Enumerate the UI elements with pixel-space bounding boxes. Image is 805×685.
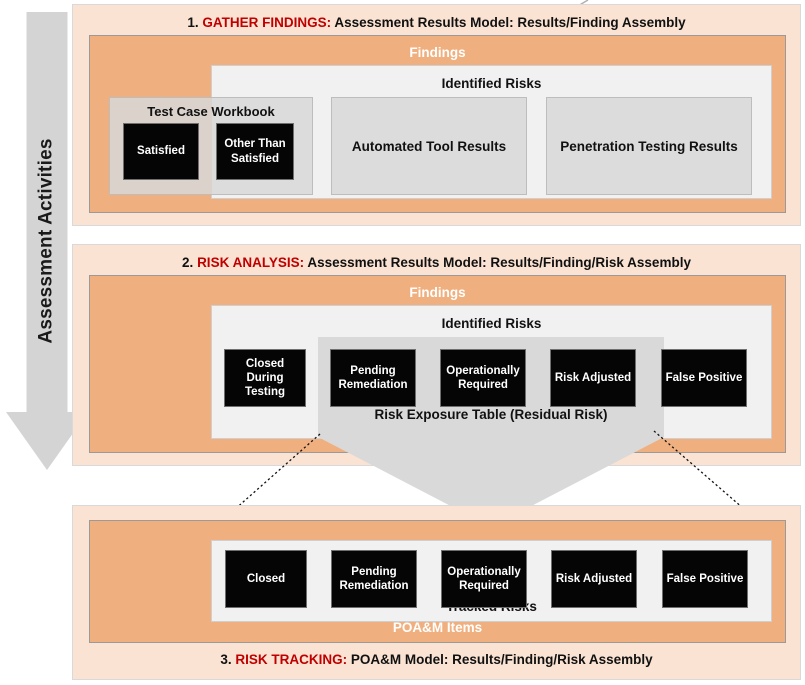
stage-3-highlight: RISK TRACKING:	[235, 652, 348, 667]
stage-3-risk-box-4-line1: False Positive	[666, 572, 744, 585]
stage-3-risk-box-2-line1: Operationally	[447, 565, 521, 578]
stage-3-risk-box-1-line1: Pending	[351, 565, 397, 578]
stage-3-risk-box-1-line2: Remediation	[339, 580, 409, 592]
stage-3-title: 3. RISK TRACKING: POA&M Model: Results/F…	[73, 652, 800, 667]
stage-3-subtitle: POA&M Model: Results/Finding/Risk Assemb…	[347, 652, 653, 667]
diagram-canvas: Assessment Activities 1. GATHER FINDINGS…	[0, 0, 805, 685]
stage-3-risk-box-2-line2: Required	[459, 580, 509, 592]
stage-3-number: 3.	[220, 652, 232, 667]
stage-3-panel: 3. RISK TRACKING: POA&M Model: Results/F…	[72, 505, 801, 680]
stage-3-risk-box-0-line1: Closed	[246, 572, 286, 585]
stage-3-risk-box-risk-adjusted[interactable]: Risk Adjusted	[551, 550, 637, 608]
stage-3-risk-box-false-positive[interactable]: False Positive	[662, 550, 748, 608]
stage-3-risk-box-operationally-required[interactable]: Operationally Required	[441, 550, 527, 608]
stage-3-risk-box-closed[interactable]: Closed	[225, 550, 307, 608]
stage-3-poam-items-label: POA&M Items	[392, 620, 483, 635]
stage-3-risk-box-3-line1: Risk Adjusted	[555, 572, 633, 585]
stage-3-risk-box-pending-remediation[interactable]: Pending Remediation	[331, 550, 417, 608]
